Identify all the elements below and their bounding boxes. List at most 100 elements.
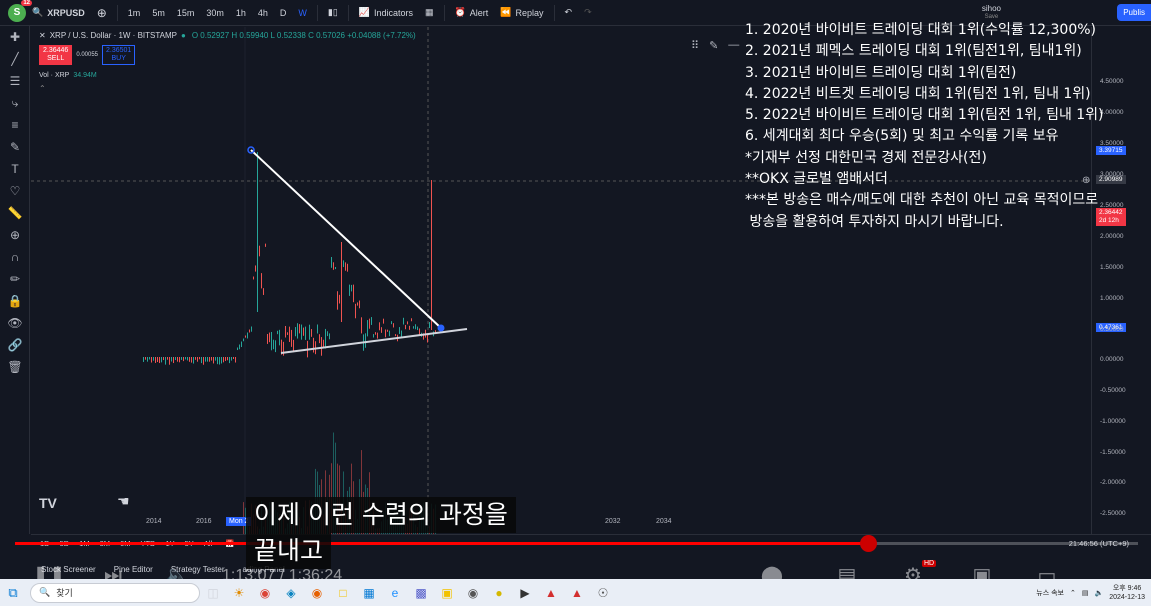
replay-button[interactable]: ⏪ Replay bbox=[494, 0, 549, 26]
redo-button[interactable]: ↷ bbox=[578, 0, 598, 26]
compare-symbol-button[interactable]: ⊕ bbox=[91, 0, 113, 26]
globe-icon[interactable]: ☉ bbox=[590, 579, 616, 606]
candle bbox=[219, 357, 220, 365]
candle bbox=[349, 284, 350, 296]
magnet-icon[interactable]: ∩ bbox=[0, 246, 30, 268]
recorder-icon[interactable]: ◉ bbox=[460, 579, 486, 606]
candle bbox=[429, 322, 430, 329]
candle bbox=[431, 180, 432, 330]
candle bbox=[381, 327, 382, 333]
windows-taskbar: ⧉ 🔍 찾기 ◫ ☀ ◉ ◈ ◉ □ ▦ e ▩ ▣ ◉ ● ▶ ▲ ▲ ☉ 뉴스… bbox=[0, 579, 1151, 606]
task-view-icon[interactable]: ◫ bbox=[200, 579, 226, 606]
price-tick: -1.50000 bbox=[1100, 449, 1126, 456]
pdf-icon[interactable]: ▲ bbox=[564, 579, 590, 606]
horizontal-lines-icon[interactable]: ☰ bbox=[0, 70, 30, 92]
ruler-icon[interactable]: 📏 bbox=[0, 202, 30, 224]
lock-icon[interactable]: 🔒 bbox=[0, 290, 30, 312]
screen: { "topbar": { "avatar_letter": "S", "ava… bbox=[0, 0, 1151, 606]
store-icon[interactable]: ▦ bbox=[356, 579, 382, 606]
collapse-legend-icon[interactable]: ⌃ bbox=[39, 84, 46, 93]
candle bbox=[407, 321, 408, 325]
close-icon[interactable]: ✕ bbox=[39, 31, 46, 40]
network-icon[interactable]: ▤ bbox=[1082, 589, 1089, 597]
candle bbox=[161, 357, 162, 363]
time-axis[interactable]: 2014 2016 Mon 2 2032 2034 bbox=[31, 514, 1091, 532]
interval-D[interactable]: D bbox=[274, 0, 293, 26]
indicators-button[interactable]: 📈 Indicators bbox=[353, 0, 419, 26]
support-trendline[interactable] bbox=[280, 328, 468, 354]
interval-1m[interactable]: 1m bbox=[122, 0, 147, 26]
pencil-icon[interactable]: ✎ bbox=[709, 39, 718, 52]
buy-button[interactable]: 2.36501 BUY bbox=[102, 45, 136, 65]
candle bbox=[399, 327, 400, 334]
interval-W[interactable]: W bbox=[292, 0, 313, 26]
start-button[interactable]: ⧉ bbox=[0, 579, 26, 606]
interval-1h[interactable]: 1h bbox=[230, 0, 252, 26]
alert-button[interactable]: ⏰ Alert bbox=[449, 0, 495, 26]
subtitle-line-1: 이제 이런 수렴의 과정을 bbox=[246, 497, 516, 533]
candle bbox=[245, 335, 246, 338]
candle bbox=[223, 357, 224, 363]
candle bbox=[291, 329, 292, 347]
media-icon[interactable]: ▶ bbox=[512, 579, 538, 606]
chart-type-button[interactable]: ▮▯ bbox=[322, 0, 344, 26]
price-tick: -2.00000 bbox=[1100, 479, 1126, 486]
chevron-up-icon[interactable]: ⌃ bbox=[1070, 589, 1076, 597]
edge-icon[interactable]: ◈ bbox=[278, 579, 304, 606]
taskbar-clock[interactable]: 오후 9:46 2024-12-13 bbox=[1109, 584, 1145, 602]
symbol-search[interactable]: 🔍 XRPUSD bbox=[26, 0, 91, 26]
interval-15m[interactable]: 15m bbox=[171, 0, 201, 26]
taskbar-search[interactable]: 🔍 찾기 bbox=[30, 582, 200, 603]
ie-icon[interactable]: e bbox=[382, 579, 408, 606]
crosshair-icon[interactable]: ✚ bbox=[0, 26, 30, 48]
trendline-handle[interactable] bbox=[437, 324, 445, 332]
link-icon[interactable]: 🔗 bbox=[0, 334, 30, 356]
candle bbox=[253, 276, 254, 280]
candle bbox=[205, 357, 206, 362]
line-style-icon[interactable]: — bbox=[728, 39, 739, 52]
user-avatar[interactable]: S 12 bbox=[8, 0, 32, 22]
interval-4h[interactable]: 4h bbox=[252, 0, 274, 26]
interval-30m[interactable]: 30m bbox=[200, 0, 230, 26]
drag-icon[interactable]: ⠿ bbox=[691, 39, 699, 52]
sell-button[interactable]: 2.36446 SELL bbox=[39, 45, 73, 65]
trash-icon[interactable]: 🗑 bbox=[0, 356, 30, 378]
speaker-icon[interactable]: 🔈 bbox=[1094, 589, 1103, 597]
candle bbox=[387, 329, 388, 332]
explorer-icon[interactable]: □ bbox=[330, 579, 356, 606]
resistance-trendline[interactable] bbox=[250, 149, 442, 329]
eye-icon[interactable]: 👁 bbox=[0, 312, 30, 334]
candle bbox=[177, 357, 178, 362]
kakaotalk-icon[interactable]: ● bbox=[486, 579, 512, 606]
brush-icon[interactable]: ✎ bbox=[0, 136, 30, 158]
video-subtitle: 이제 이런 수렴의 과정을 끝내고 bbox=[246, 497, 516, 569]
pattern-icon[interactable]: ⤷ bbox=[0, 92, 30, 114]
windows-icon: ⧉ bbox=[8, 584, 18, 600]
candle bbox=[375, 332, 376, 335]
pencil-lock-icon[interactable]: ✏ bbox=[0, 268, 30, 290]
fib-icon[interactable]: ≡ bbox=[0, 114, 30, 136]
candle bbox=[147, 357, 148, 362]
publish-button[interactable]: Publis bbox=[1117, 4, 1151, 21]
video-scrubber[interactable] bbox=[860, 535, 877, 552]
candle bbox=[277, 330, 278, 335]
candle bbox=[257, 152, 258, 312]
news-ticker[interactable]: 뉴스 속보 bbox=[1036, 588, 1064, 598]
layouts-button[interactable]: ▦ bbox=[419, 0, 440, 26]
widgets-icon[interactable]: ☀ bbox=[226, 579, 252, 606]
search-icon: 🔍 bbox=[32, 7, 44, 17]
teams-icon[interactable]: ▩ bbox=[408, 579, 434, 606]
undo-icon: ↶ bbox=[564, 7, 573, 17]
heart-icon[interactable]: ♡ bbox=[0, 180, 30, 202]
undo-button[interactable]: ↶ bbox=[559, 0, 579, 26]
sticky-notes-icon[interactable]: ▣ bbox=[434, 579, 460, 606]
firefox-icon[interactable]: ◉ bbox=[304, 579, 330, 606]
interval-5m[interactable]: 5m bbox=[146, 0, 171, 26]
text-icon[interactable]: T bbox=[0, 158, 30, 180]
chrome-icon[interactable]: ◉ bbox=[252, 579, 278, 606]
candle bbox=[231, 357, 232, 361]
zoom-icon[interactable]: ⊕ bbox=[0, 224, 30, 246]
trendline-icon[interactable]: ╱ bbox=[0, 48, 30, 70]
candle bbox=[335, 267, 336, 270]
vpn-icon[interactable]: ▲ bbox=[538, 579, 564, 606]
